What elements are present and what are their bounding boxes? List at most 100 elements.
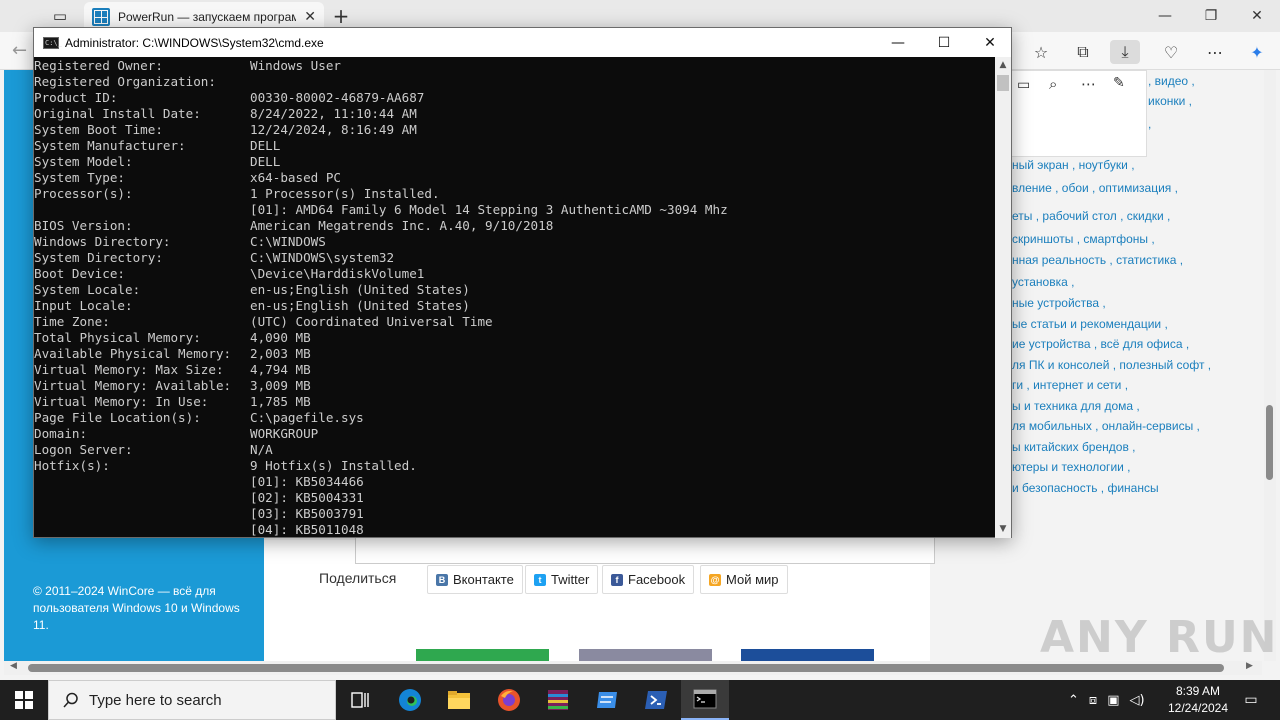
systeminfo-line: [04]: KB5011048 — [34, 522, 995, 538]
open-folder-icon[interactable]: ▭ — [1017, 77, 1030, 93]
cmd-scroll-thumb[interactable] — [997, 75, 1009, 91]
systeminfo-label: Available Physical Memory: — [34, 346, 232, 361]
browser-minimize-button[interactable]: — — [1142, 4, 1188, 28]
cmd-minimize-button[interactable]: — — [875, 28, 921, 57]
favorites-icon[interactable]: ☆ — [1026, 40, 1056, 64]
tag-line[interactable]: ля ПК и консолей , полезный софт , — [1012, 358, 1262, 372]
search-icon — [63, 692, 78, 708]
cmd-taskbar-icon[interactable] — [681, 680, 729, 720]
share-button-label: Facebook — [628, 572, 686, 587]
article-thumbnail[interactable] — [579, 649, 712, 661]
systeminfo-label: Total Physical Memory: — [34, 330, 201, 345]
tag-line[interactable]: ные устройства , — [1012, 296, 1262, 310]
systeminfo-value: en-us;English (United States) — [250, 298, 470, 313]
tag-line[interactable]: вление , обои , оптимизация , — [1012, 181, 1262, 195]
page-vertical-scrollbar[interactable] — [1264, 70, 1276, 661]
edge-icon[interactable] — [386, 680, 434, 720]
systeminfo-line: Virtual Memory: In Use: 1,785 MB — [34, 394, 995, 410]
cmd-title-bar[interactable]: C:\_ Administrator: C:\WINDOWS\System32\… — [34, 28, 1011, 57]
tag-line[interactable]: ы и техника для дома , — [1012, 399, 1262, 413]
tag-line[interactable]: иконки , — [1148, 94, 1280, 108]
tag-line[interactable]: ля мобильных , онлайн-сервисы , — [1012, 419, 1262, 433]
systeminfo-label: Original Install Date: — [34, 106, 201, 121]
tag-line[interactable]: нная реальность , статистика , — [1012, 253, 1262, 267]
article-thumbnail[interactable] — [741, 649, 874, 661]
app-icon[interactable] — [583, 680, 631, 720]
systeminfo-label: System Type: — [34, 170, 125, 185]
comment-box[interactable] — [355, 537, 935, 564]
browser-essentials-icon[interactable]: ♡ — [1156, 40, 1186, 64]
systeminfo-value: WORKGROUP — [250, 426, 319, 441]
cmd-app-icon: C:\_ — [43, 36, 62, 49]
tag-line[interactable]: еты , рабочий стол , скидки , — [1012, 209, 1262, 223]
tag-line: , — [1148, 117, 1152, 131]
tag-line[interactable]: ые статьи и рекомендации , — [1012, 317, 1262, 331]
browser-restore-button[interactable]: ❐ — [1188, 4, 1234, 28]
page-horizontal-scroll-thumb[interactable] — [28, 664, 1224, 672]
firefox-icon[interactable] — [485, 680, 533, 720]
browser-close-button[interactable]: ✕ — [1234, 4, 1280, 28]
cmd-maximize-button[interactable]: ☐ — [921, 28, 967, 57]
new-tab-button[interactable]: + — [328, 4, 354, 28]
systeminfo-line: Input Locale: en-us;English (United State… — [34, 298, 995, 314]
tag-line[interactable]: ги , интернет и сети , — [1012, 378, 1262, 392]
file-explorer-icon[interactable] — [435, 680, 483, 720]
cmd-window[interactable]: C:\_ Administrator: C:\WINDOWS\System32\… — [33, 27, 1012, 538]
copilot-icon[interactable]: ✦ — [1242, 40, 1272, 64]
systeminfo-label — [34, 506, 250, 522]
facebook-icon: f — [611, 573, 623, 586]
cmd-scroll-up-icon[interactable]: ▲ — [995, 57, 1011, 73]
network-status-icon[interactable]: ⧈ — [1089, 693, 1097, 708]
tag-line[interactable]: ютеры и технологии , — [1012, 460, 1262, 474]
site-footer-copyright: © 2011–2024 WinCore — всё для пользовате… — [33, 584, 240, 632]
settings-more-icon[interactable]: ⋯ — [1200, 40, 1230, 64]
network-icon[interactable]: ▣ — [1107, 693, 1119, 708]
systeminfo-label: Virtual Memory: Available: — [34, 378, 232, 393]
tag-line[interactable]: ный экран , ноутбуки , — [1012, 158, 1262, 172]
taskbar-search[interactable]: Type here to search — [48, 680, 336, 720]
systeminfo-line: [03]: KB5003791 — [34, 506, 995, 522]
systeminfo-label: Input Locale: — [34, 298, 133, 313]
tag-line[interactable]: ие устройства , всё для офиса , — [1012, 337, 1262, 351]
cmd-console-output[interactable]: Registered Owner: Windows User Registered … — [34, 57, 995, 538]
tag-line[interactable]: , видео , — [1148, 74, 1280, 88]
systeminfo-label: Logon Server: — [34, 442, 133, 457]
tag-line[interactable]: ы китайских брендов , — [1012, 440, 1262, 454]
systeminfo-line: Logon Server: N/A — [34, 442, 995, 458]
notifications-icon[interactable]: ▭ — [1236, 680, 1266, 720]
tag-line[interactable]: скриншоты , смартфоны , — [1012, 232, 1262, 246]
tab-actions-icon[interactable]: ▭ — [44, 4, 76, 28]
back-arrow-icon[interactable]: ← — [12, 40, 27, 61]
downloads-icon[interactable]: ⤓ — [1110, 40, 1140, 64]
cmd-scroll-down-icon[interactable]: ▼ — [995, 521, 1011, 537]
systeminfo-value: [02]: KB5004331 — [250, 490, 364, 505]
share-vk-button[interactable]: В Вконтакте — [427, 565, 523, 594]
systeminfo-line: BIOS Version: American Megatrends Inc. A.… — [34, 218, 995, 234]
scroll-left-arrow-icon[interactable]: ◀ — [10, 661, 17, 671]
systeminfo-line: System Model: DELL — [34, 154, 995, 170]
article-thumbnail[interactable] — [416, 649, 549, 661]
collections-icon[interactable]: ⧉ — [1068, 40, 1098, 64]
anyrun-watermark: ANY RUN — [1040, 612, 1279, 663]
powershell-icon[interactable] — [632, 680, 680, 720]
start-button[interactable] — [0, 680, 48, 720]
cmd-close-button[interactable]: ✕ — [967, 28, 1013, 57]
pin-icon[interactable]: ✎ — [1113, 75, 1125, 91]
share-mymir-button[interactable]: @ Мой мир — [700, 565, 788, 594]
show-hidden-icons-icon[interactable]: ⌃ — [1068, 693, 1079, 708]
volume-icon[interactable]: ◁) — [1129, 693, 1144, 708]
twitter-icon: t — [534, 573, 546, 586]
more-options-icon[interactable]: ⋯ — [1081, 75, 1096, 93]
winrar-icon[interactable] — [534, 680, 582, 720]
cmd-scrollbar[interactable] — [995, 57, 1011, 538]
tab-close-icon[interactable]: ✕ — [304, 9, 316, 25]
page-vertical-scroll-thumb[interactable] — [1266, 405, 1273, 480]
tag-line[interactable]: установка , — [1012, 275, 1262, 289]
share-facebook-button[interactable]: f Facebook — [602, 565, 695, 594]
search-icon[interactable]: ⌕ — [1049, 75, 1057, 93]
tag-line[interactable]: и безопасность , финансы — [1012, 481, 1262, 495]
task-view-icon[interactable] — [336, 680, 384, 720]
taskbar-clock[interactable]: 8:39 AM 12/24/2024 — [1160, 683, 1236, 717]
share-twitter-button[interactable]: t Twitter — [525, 565, 599, 594]
systeminfo-label: System Locale: — [34, 282, 141, 297]
